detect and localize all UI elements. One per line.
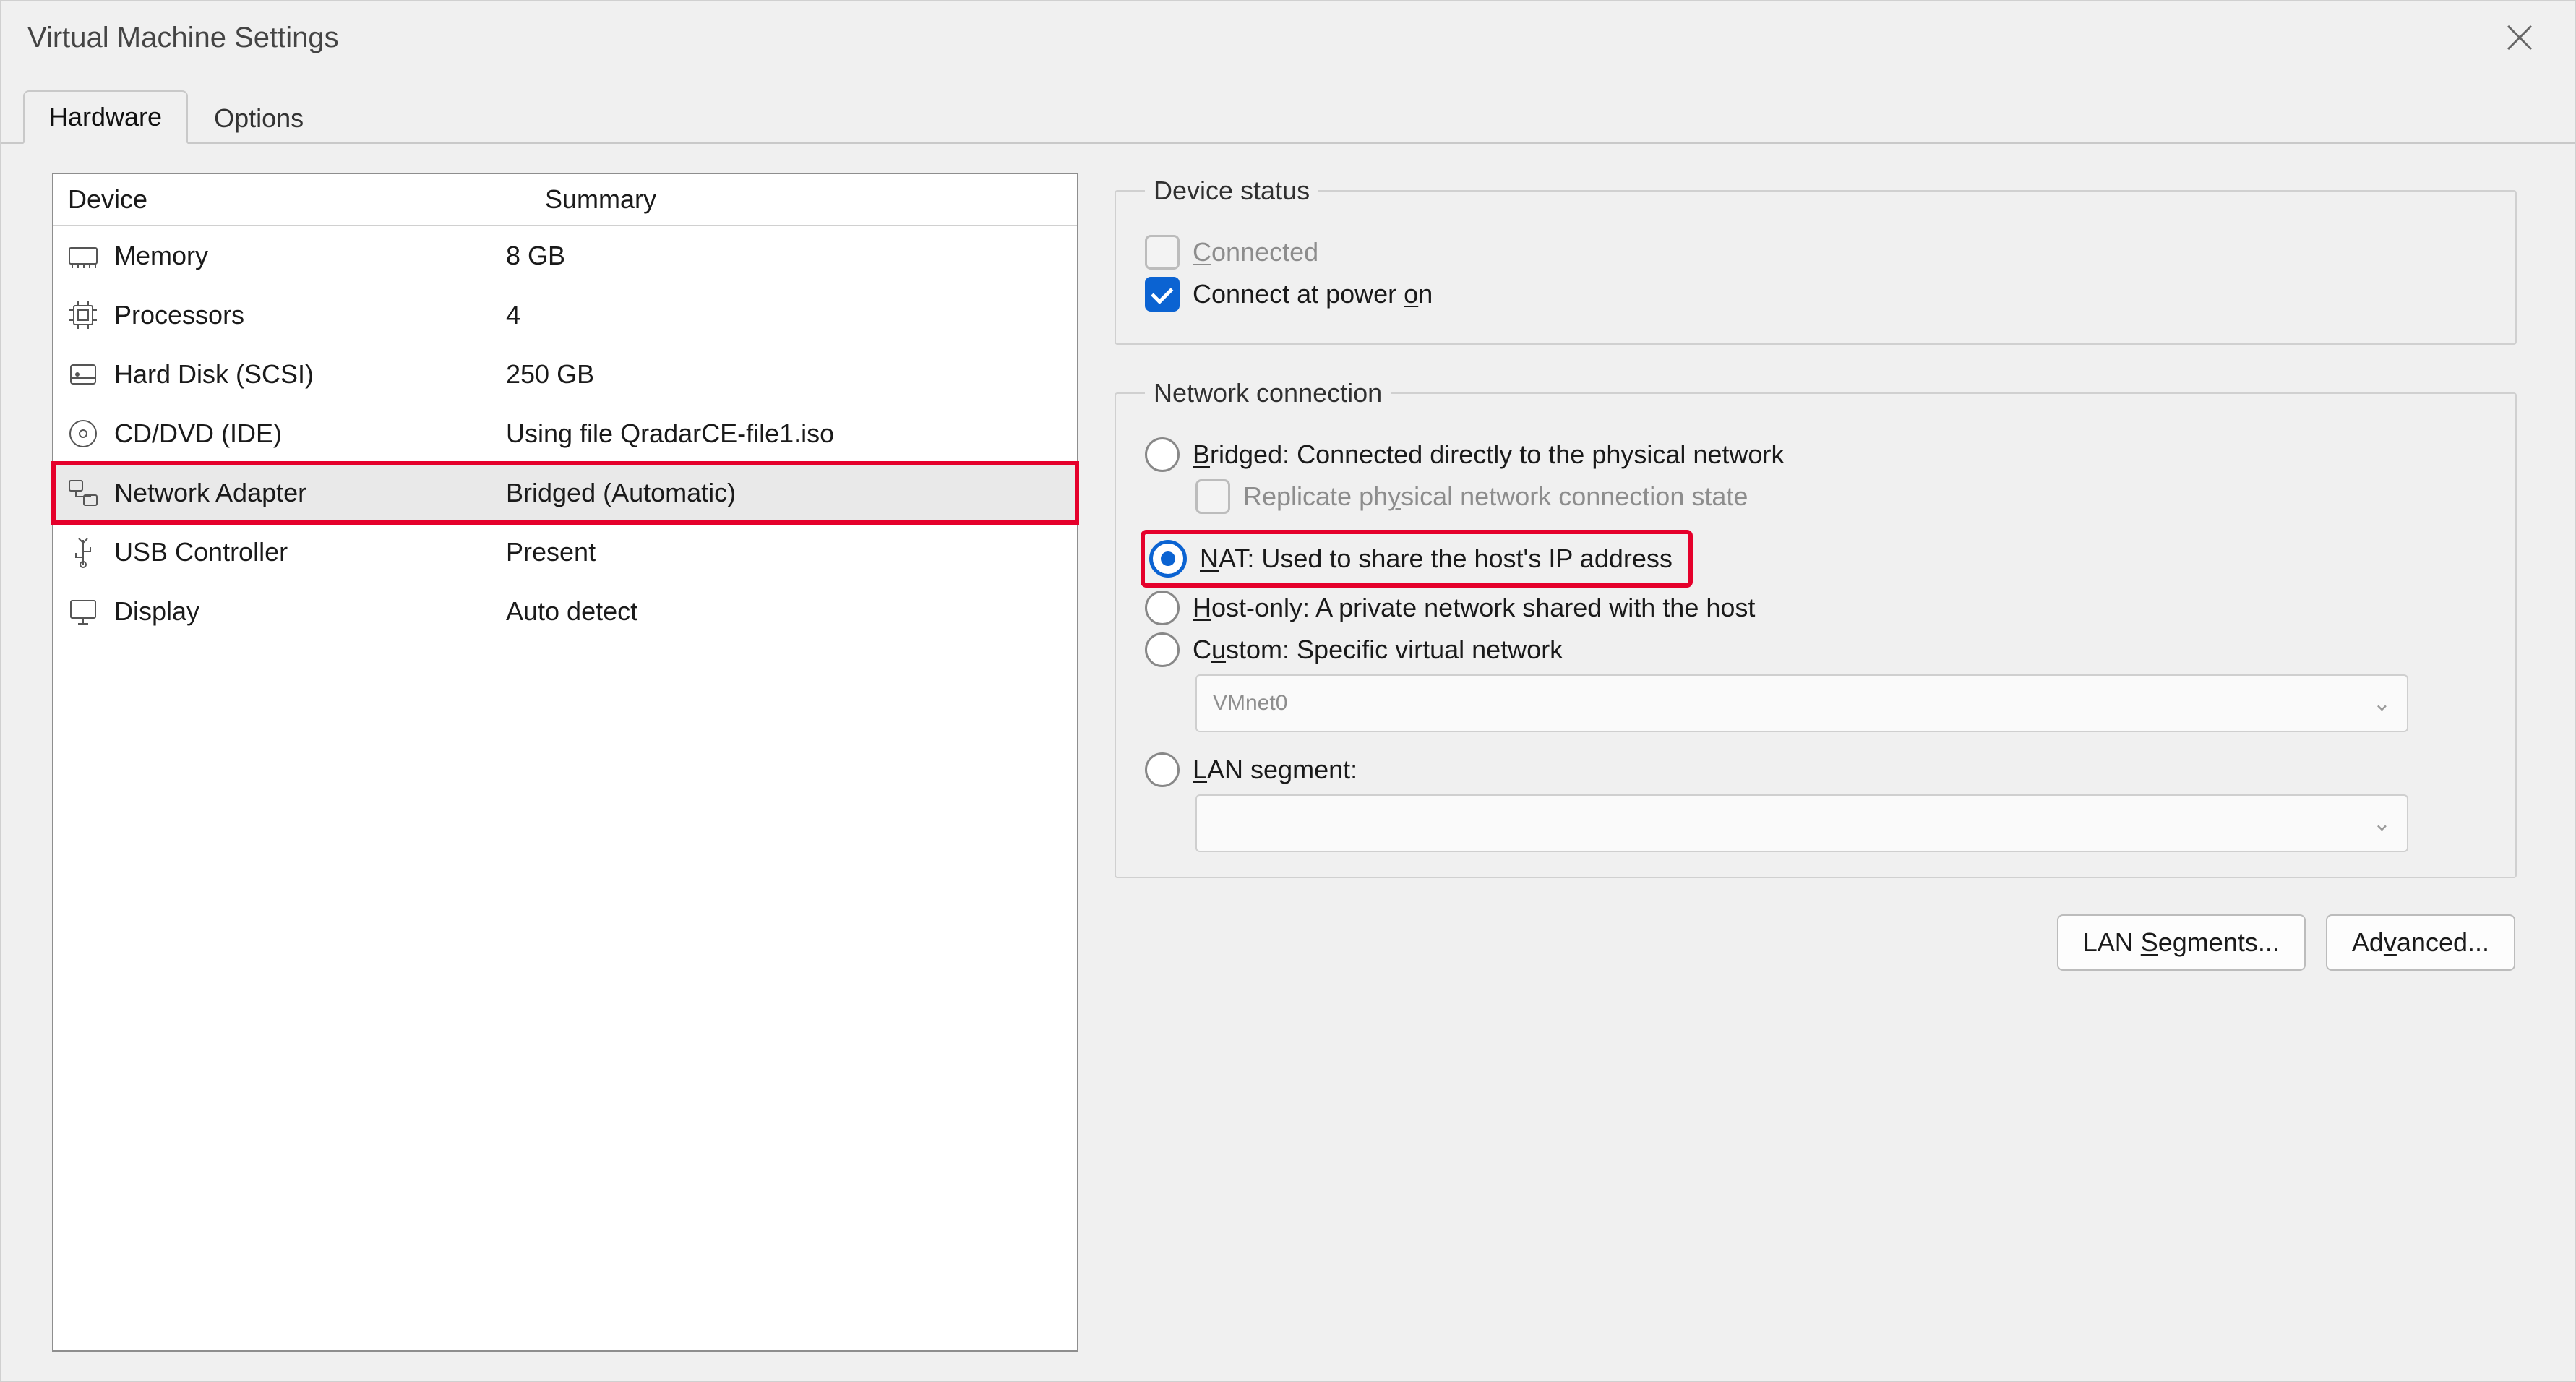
- tab-options[interactable]: Options: [188, 92, 330, 144]
- cpu-icon: [64, 296, 103, 335]
- column-device[interactable]: Device: [53, 174, 531, 225]
- label-bridged: Bridged: Connected directly to the physi…: [1193, 439, 1784, 470]
- device-summary: Auto detect: [502, 596, 1077, 627]
- label-connected: Connected: [1193, 237, 1318, 267]
- row-replicate: Replicate physical network connection st…: [1195, 479, 2486, 514]
- label-lan-segment: LAN segment:: [1193, 755, 1357, 785]
- device-name: Processors: [114, 300, 244, 330]
- device-summary: 4: [502, 300, 1077, 330]
- window-title: Virtual Machine Settings: [27, 22, 339, 54]
- select-custom-vmnet: VMnet0 ⌄: [1195, 674, 2408, 732]
- device-summary: Using file QradarCE-file1.iso: [502, 419, 1077, 449]
- settings-panel: Device status Connected Connect at power…: [1115, 173, 2546, 1352]
- group-legend: Device status: [1145, 176, 1318, 206]
- device-list: Device Summary Memory 8 GB Processors: [52, 173, 1078, 1352]
- device-name: USB Controller: [114, 537, 288, 567]
- memory-icon: [64, 236, 103, 275]
- disc-icon: [64, 414, 103, 453]
- chevron-down-icon: ⌄: [2373, 811, 2391, 836]
- row-connect-at-power-on[interactable]: Connect at power on: [1145, 277, 2486, 312]
- device-row-harddisk[interactable]: Hard Disk (SCSI) 250 GB: [53, 345, 1077, 404]
- highlight-nat: NAT: Used to share the host's IP address: [1145, 534, 1688, 583]
- row-host-only[interactable]: Host-only: A private network shared with…: [1145, 591, 2486, 625]
- checkbox-connect-at-power-on[interactable]: [1145, 277, 1180, 312]
- device-summary: 8 GB: [502, 241, 1077, 271]
- content-area: Device Summary Memory 8 GB Processors: [1, 144, 2575, 1381]
- chevron-down-icon: ⌄: [2373, 691, 2391, 716]
- titlebar: Virtual Machine Settings: [1, 1, 2575, 74]
- lan-segments-button[interactable]: LAN Segments...: [2057, 914, 2306, 971]
- label-nat: NAT: Used to share the host's IP address: [1200, 544, 1673, 574]
- harddisk-icon: [64, 355, 103, 394]
- device-summary: 250 GB: [502, 359, 1077, 390]
- device-row-display[interactable]: Display Auto detect: [53, 582, 1077, 641]
- device-list-header: Device Summary: [53, 174, 1077, 226]
- display-icon: [64, 592, 103, 631]
- device-row-cddvd[interactable]: CD/DVD (IDE) Using file QradarCE-file1.i…: [53, 404, 1077, 463]
- radio-lan-segment[interactable]: [1145, 752, 1180, 787]
- label-connect-at-power-on: Connect at power on: [1193, 279, 1433, 309]
- device-name: Memory: [114, 241, 208, 271]
- group-network-connection: Network connection Bridged: Connected di…: [1115, 378, 2517, 878]
- close-button[interactable]: [2491, 9, 2549, 66]
- device-summary: Present: [502, 537, 1077, 567]
- usb-icon: [64, 533, 103, 572]
- device-row-network-adapter[interactable]: Network Adapter Bridged (Automatic): [53, 463, 1077, 523]
- checkbox-replicate-physical: [1195, 479, 1230, 514]
- radio-bridged[interactable]: [1145, 437, 1180, 472]
- button-row: LAN Segments... Advanced...: [1115, 914, 2517, 971]
- label-replicate-physical: Replicate physical network connection st…: [1243, 481, 1748, 512]
- group-device-status: Device status Connected Connect at power…: [1115, 176, 2517, 345]
- device-name: Hard Disk (SCSI): [114, 359, 314, 390]
- device-row-usb[interactable]: USB Controller Present: [53, 523, 1077, 582]
- device-summary: Bridged (Automatic): [502, 478, 1077, 508]
- network-adapter-icon: [64, 473, 103, 512]
- label-custom: Custom: Specific virtual network: [1193, 635, 1563, 665]
- radio-host-only[interactable]: [1145, 591, 1180, 625]
- row-connected: Connected: [1145, 235, 2486, 270]
- row-lan-segment[interactable]: LAN segment:: [1145, 752, 2486, 787]
- vm-settings-window: Virtual Machine Settings Hardware Option…: [0, 0, 2576, 1382]
- radio-custom[interactable]: [1145, 632, 1180, 667]
- select-lan-segment: ⌄: [1195, 794, 2408, 852]
- column-summary[interactable]: Summary: [531, 174, 1077, 225]
- group-legend: Network connection: [1145, 378, 1391, 408]
- radio-nat[interactable]: [1149, 540, 1187, 578]
- label-host-only: Host-only: A private network shared with…: [1193, 593, 1755, 623]
- checkbox-connected: [1145, 235, 1180, 270]
- tab-hardware[interactable]: Hardware: [23, 90, 188, 144]
- device-row-memory[interactable]: Memory 8 GB: [53, 226, 1077, 286]
- device-name: Display: [114, 596, 199, 627]
- device-row-processors[interactable]: Processors 4: [53, 286, 1077, 345]
- tabstrip: Hardware Options: [1, 74, 2575, 144]
- row-nat[interactable]: NAT: Used to share the host's IP address: [1145, 534, 2486, 583]
- select-value: VMnet0: [1213, 691, 1287, 716]
- row-bridged[interactable]: Bridged: Connected directly to the physi…: [1145, 437, 2486, 472]
- row-custom[interactable]: Custom: Specific virtual network: [1145, 632, 2486, 667]
- device-name: Network Adapter: [114, 478, 306, 508]
- advanced-button[interactable]: Advanced...: [2326, 914, 2515, 971]
- device-name: CD/DVD (IDE): [114, 419, 282, 449]
- close-icon: [2505, 23, 2534, 52]
